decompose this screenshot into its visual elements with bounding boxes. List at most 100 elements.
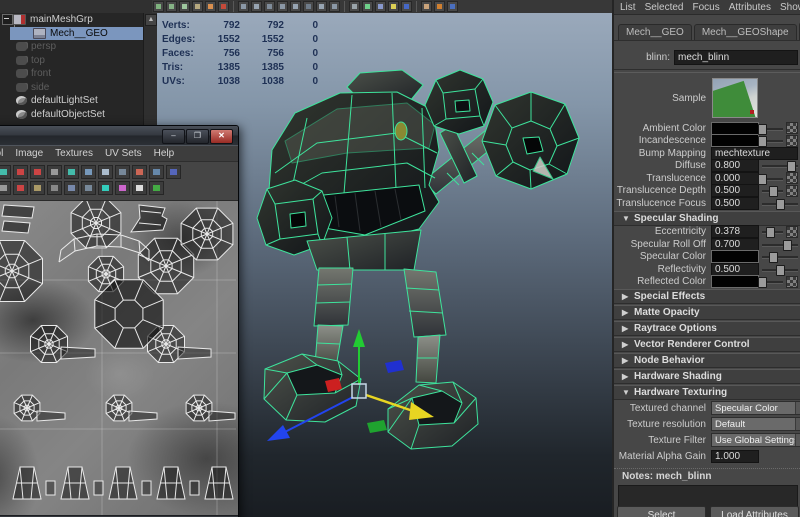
snap-point-icon[interactable]: [179, 1, 190, 12]
load-attributes-button[interactable]: Load Attributes: [710, 506, 799, 517]
slider-handle[interactable]: [769, 186, 778, 197]
material-ball-icon[interactable]: [434, 1, 445, 12]
slider-handle[interactable]: [783, 240, 792, 251]
slider-handle[interactable]: [758, 136, 767, 147]
section-hardware-shading[interactable]: ▶Hardware Shading: [614, 369, 800, 384]
textured-mode-icon[interactable]: [375, 1, 386, 12]
slider-handle[interactable]: [787, 161, 796, 172]
select-button[interactable]: Select: [617, 506, 706, 517]
scroll-up-arrow-icon[interactable]: ▲: [145, 14, 157, 26]
uv-snapshot-icon[interactable]: [81, 165, 96, 179]
outliner-item-defaultLightSet[interactable]: defaultLightSet: [0, 94, 157, 108]
color-swatch[interactable]: [711, 250, 759, 263]
uv-menu-textures[interactable]: Textures: [55, 148, 93, 159]
grid-uv-icon[interactable]: [115, 165, 130, 179]
align-uv-icon[interactable]: [64, 165, 79, 179]
texture-map-button[interactable]: [786, 185, 798, 197]
snap-magnet-icon[interactable]: [132, 165, 147, 179]
uv-menu-uv-sets[interactable]: UV Sets: [105, 148, 142, 159]
y-axis-arrow[interactable]: [353, 329, 365, 347]
chevron-down-icon[interactable]: ▼: [795, 418, 800, 430]
number-field[interactable]: 0.500: [711, 263, 759, 276]
paint-icon[interactable]: [218, 1, 229, 12]
texture-map-button[interactable]: [786, 135, 798, 147]
ipr-render-icon[interactable]: [290, 1, 301, 12]
z-plane-handle[interactable]: [385, 360, 404, 373]
unfold-u-icon[interactable]: [13, 181, 28, 195]
outliner-item-mainMeshGrp[interactable]: mainMeshGrp: [0, 13, 157, 27]
texture-map-button[interactable]: [786, 172, 798, 184]
render-settings-icon[interactable]: [303, 1, 314, 12]
filtered-image-icon[interactable]: [149, 181, 164, 195]
texture-map-button[interactable]: [786, 122, 798, 134]
input-connections-icon[interactable]: [238, 1, 249, 12]
uv-menu-image[interactable]: Image: [15, 148, 43, 159]
color-swatch[interactable]: [711, 122, 759, 135]
output-connections-icon[interactable]: [251, 1, 262, 12]
attr-slider[interactable]: [762, 198, 798, 209]
snap-grid-icon[interactable]: [153, 1, 164, 12]
sew-uv-icon[interactable]: [0, 181, 11, 195]
menu-attributes[interactable]: Attributes: [729, 2, 771, 13]
outliner-item-top[interactable]: top: [0, 54, 157, 68]
flip-v-icon[interactable]: [30, 165, 45, 179]
character-icon[interactable]: [421, 1, 432, 12]
color-swatch[interactable]: [711, 134, 759, 147]
relax-uv-icon[interactable]: [47, 181, 62, 195]
outliner-item-persp[interactable]: persp: [0, 40, 157, 54]
menu-selected[interactable]: Selected: [645, 2, 684, 13]
attr-slider[interactable]: [762, 160, 798, 171]
slider-handle[interactable]: [776, 199, 785, 210]
menu-show[interactable]: Show: [780, 2, 800, 13]
close-button[interactable]: ✕: [210, 129, 233, 144]
snap-view-icon[interactable]: [192, 1, 203, 12]
outliner-item-front[interactable]: front: [0, 67, 157, 81]
move-uv-icon[interactable]: [0, 165, 11, 179]
outliner-item-defaultObjectSet[interactable]: defaultObjectSet: [0, 108, 157, 122]
section-hardware-texturing[interactable]: ▼ Hardware Texturing: [614, 385, 800, 400]
chevron-down-icon[interactable]: ▼: [795, 402, 800, 414]
expand-collapse-icon[interactable]: [2, 14, 13, 25]
section-matte-opacity[interactable]: ▶Matte Opacity: [614, 305, 800, 320]
number-field[interactable]: 0.500: [711, 184, 759, 197]
number-field[interactable]: 0.378: [711, 225, 759, 238]
number-field[interactable]: 1.000: [711, 450, 759, 463]
attr-slider[interactable]: [762, 239, 798, 250]
section-specular-shading[interactable]: ▼ Specular Shading: [614, 211, 800, 226]
dim-image-icon[interactable]: [132, 181, 147, 195]
attr-slider[interactable]: [762, 135, 783, 146]
outliner-item-side[interactable]: side: [0, 81, 157, 95]
construction-history-icon[interactable]: [264, 1, 275, 12]
notes-header[interactable]: Notes: mech_blinn: [614, 468, 800, 483]
scatter-uv-icon[interactable]: [98, 165, 113, 179]
dropdown-texture-resolution[interactable]: Default▼: [711, 417, 800, 431]
blue-ball-icon[interactable]: [447, 1, 458, 12]
dropdown-textured-channel[interactable]: Specular Color▼: [711, 401, 800, 415]
wireframe-mode-icon[interactable]: [349, 1, 360, 12]
section-vector-renderer-control[interactable]: ▶Vector Renderer Control: [614, 337, 800, 352]
slider-handle[interactable]: [758, 174, 767, 185]
slider-handle[interactable]: [766, 227, 775, 238]
section-node-behavior[interactable]: ▶Node Behavior: [614, 353, 800, 368]
number-field[interactable]: 0.000: [711, 172, 759, 185]
slider-handle[interactable]: [769, 252, 778, 263]
texture-map-button[interactable]: [786, 276, 798, 288]
slider-handle[interactable]: [758, 277, 767, 288]
uv-canvas[interactable]: [0, 201, 238, 515]
tab-Mech__GEOShape[interactable]: Mech__GEOShape: [694, 24, 797, 40]
outliner-item-Mech__GEO[interactable]: Mech__GEO: [0, 27, 157, 41]
maximize-button[interactable]: ❐: [186, 129, 209, 144]
checker-display-icon[interactable]: [98, 181, 113, 195]
attr-slider[interactable]: [762, 276, 783, 287]
attr-slider[interactable]: [762, 226, 783, 237]
tab-Mech__GEO[interactable]: Mech__GEO: [618, 24, 692, 40]
node-name-field[interactable]: mech_blinn: [674, 50, 798, 65]
section-special-effects[interactable]: ▶Special Effects: [614, 289, 800, 304]
shadows-mode-icon[interactable]: [401, 1, 412, 12]
color-swatch[interactable]: [711, 275, 759, 288]
y-plane-handle[interactable]: [367, 420, 387, 433]
chevron-down-icon[interactable]: ▼: [795, 434, 800, 446]
snap-curve-icon[interactable]: [166, 1, 177, 12]
menu-list[interactable]: List: [620, 2, 636, 13]
text-field[interactable]: mechtexture: [711, 147, 798, 160]
